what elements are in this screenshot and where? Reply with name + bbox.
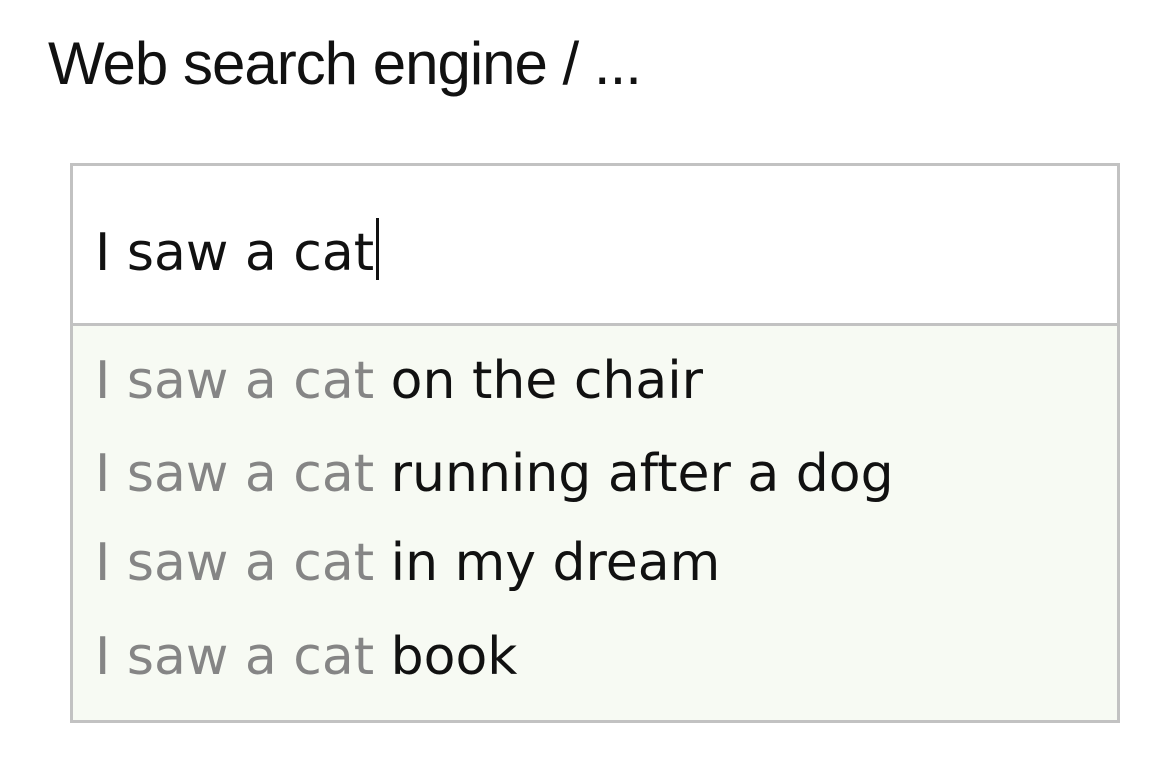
suggestion-prefix: I saw a cat xyxy=(95,627,375,687)
suggestion-completion: running after a dog xyxy=(390,444,894,504)
suggestion-item[interactable]: I saw a cat book xyxy=(95,624,517,690)
text-caret xyxy=(376,218,380,280)
suggestion-item[interactable]: I saw a cat on the chair xyxy=(95,348,703,414)
suggestion-completion: on the chair xyxy=(390,351,704,411)
suggestion-completion: in my dream xyxy=(390,533,721,593)
search-input[interactable]: I saw a cat xyxy=(73,166,1117,326)
suggestion-prefix: I saw a cat xyxy=(95,351,375,411)
suggestion-item[interactable]: I saw a cat in my dream xyxy=(95,530,720,596)
search-input-value: I saw a cat xyxy=(95,223,375,283)
search-widget: I saw a cat I saw a cat on the chair I s… xyxy=(70,163,1120,723)
suggestion-prefix: I saw a cat xyxy=(95,444,375,504)
suggestion-prefix: I saw a cat xyxy=(95,533,375,593)
page-title: Web search engine / ... xyxy=(48,30,642,97)
suggestion-completion: book xyxy=(390,627,518,687)
suggestion-item[interactable]: I saw a cat running after a dog xyxy=(95,441,894,507)
search-input-value-wrap: I saw a cat xyxy=(95,218,380,287)
suggestion-list: I saw a cat on the chair I saw a cat run… xyxy=(73,326,1117,720)
